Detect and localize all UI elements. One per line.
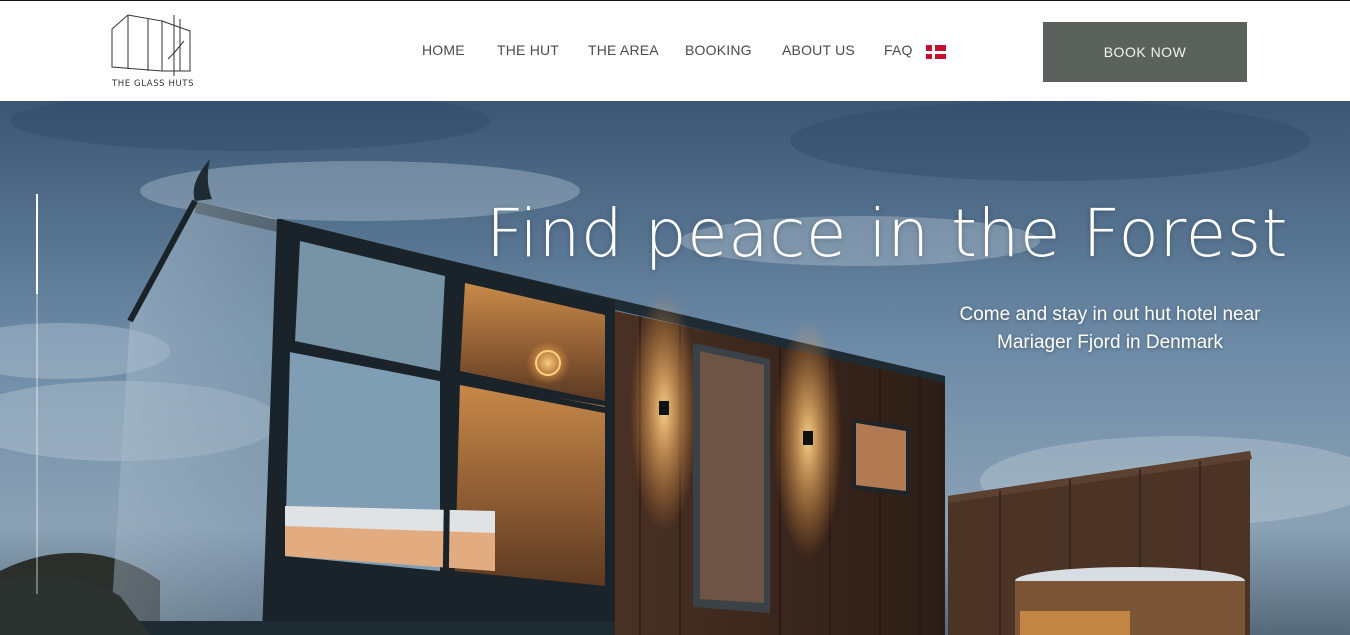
- nav-the-hut[interactable]: THE HUT: [497, 42, 559, 58]
- nav-about-us[interactable]: ABOUT US: [782, 42, 855, 58]
- nav-faq[interactable]: FAQ: [884, 42, 913, 58]
- hero-section: Find peace in the Forest Come and stay i…: [0, 101, 1350, 635]
- glass-hut-logo-icon: [111, 14, 191, 76]
- scroll-indicator-thumb[interactable]: [36, 194, 38, 294]
- site-logo[interactable]: THE GLASS HUTS: [110, 13, 200, 91]
- nav-booking[interactable]: BOOKING: [685, 42, 752, 58]
- hero-subtitle-line2: Mariager Fjord in Denmark: [997, 332, 1223, 353]
- nav-home[interactable]: HOME: [422, 42, 465, 58]
- danish-flag-icon[interactable]: [926, 45, 946, 59]
- site-header: THE GLASS HUTS HOME THE HUT THE AREA BOO…: [0, 1, 1350, 101]
- logo-text: THE GLASS HUTS: [112, 79, 195, 89]
- hero-title: Find peace in the Forest: [485, 195, 1288, 272]
- hero-subtitle: Come and stay in out hut hotel near Mari…: [930, 301, 1290, 357]
- glass-hut-photo: [0, 101, 1350, 635]
- book-now-button[interactable]: BOOK NOW: [1043, 22, 1247, 82]
- hero-subtitle-line1: Come and stay in out hut hotel near: [959, 304, 1261, 325]
- nav-the-area[interactable]: THE AREA: [588, 42, 659, 58]
